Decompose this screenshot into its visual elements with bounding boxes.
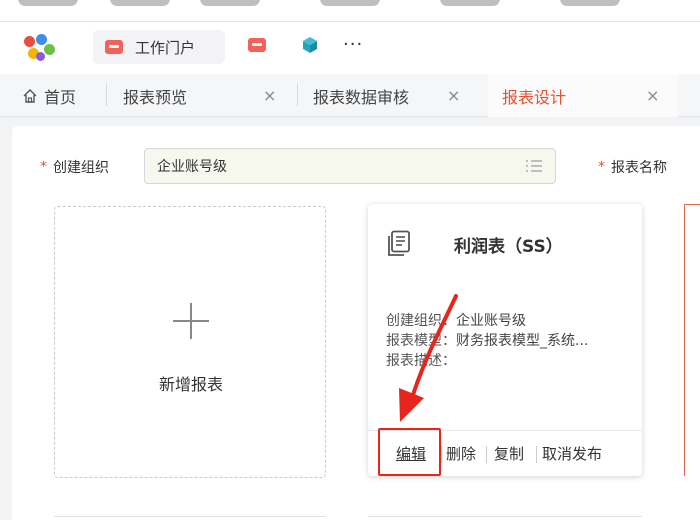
copy-button[interactable]: 复制 <box>494 443 524 464</box>
report-model-value: 财务报表模型_系统... <box>456 333 589 349</box>
report-model-key: 报表模型： <box>386 333 456 349</box>
tab-home-label: 首页 <box>44 87 77 107</box>
new-report-card[interactable]: 新增报表 <box>54 206 326 478</box>
home-icon <box>23 88 37 103</box>
report-desc-row: 报表描述： <box>386 350 456 370</box>
unpublish-button[interactable]: 取消发布 <box>542 443 602 464</box>
report-org-value: 企业账号级 <box>456 313 526 329</box>
app-logo-icon <box>22 34 56 62</box>
tab-report-design-label: 报表设计 <box>502 87 567 107</box>
tab-report-design[interactable]: 报表设计 × <box>488 74 678 117</box>
report-name-field-label: * 报表名称 <box>598 157 667 177</box>
tab-close-icon[interactable]: × <box>447 86 460 105</box>
tab-report-audit[interactable]: 报表数据审核 × <box>313 74 460 117</box>
delete-button[interactable]: 删除 <box>446 443 476 464</box>
report-doc-icon <box>388 230 410 256</box>
required-mark: * <box>598 159 605 175</box>
report-name-label-text: 报表名称 <box>611 160 667 176</box>
app-shortcut-icon[interactable] <box>248 38 266 52</box>
report-org-key: 创建组织： <box>386 313 456 329</box>
page-tabs: 首页 报表预览 × 报表数据审核 × 报表设计 × <box>0 74 700 117</box>
report-model-row: 报表模型：财务报表模型_系统... <box>386 330 588 350</box>
tab-report-preview-label: 报表预览 <box>123 87 188 107</box>
portal-tab-label: 工作门户 <box>135 38 196 57</box>
cube-icon[interactable] <box>302 36 318 54</box>
org-label-text: 创建组织 <box>53 160 109 176</box>
report-title: 利润表（SS） <box>454 237 563 257</box>
org-select[interactable]: 企业账号级 <box>144 148 556 184</box>
report-design-panel: * 创建组织 企业账号级 * 报表名称 新增报表 利润表（SS） 创建组织：企业… <box>12 126 700 520</box>
new-report-label: 新增报表 <box>158 375 223 394</box>
more-apps-button[interactable]: ··· <box>343 34 363 55</box>
edit-highlight-box <box>378 428 441 476</box>
app-header: 工作门户 ··· <box>0 22 700 74</box>
tab-report-preview[interactable]: 报表预览 × <box>123 74 276 117</box>
portal-app-tab[interactable]: 工作门户 <box>93 30 225 64</box>
tab-report-audit-label: 报表数据审核 <box>313 87 410 107</box>
app-window: 工作门户 ··· 首页 报表预览 × 报表数据审核 × 报表设计 × * 创建组… <box>0 0 700 520</box>
report-card-row2 <box>54 516 326 520</box>
list-icon <box>526 160 542 172</box>
tab-close-icon[interactable]: × <box>646 86 659 105</box>
required-mark: * <box>40 159 47 175</box>
org-field-label: * 创建组织 <box>40 157 109 177</box>
portal-icon <box>105 40 123 54</box>
next-report-card-edge <box>684 204 700 476</box>
report-org-row: 创建组织：企业账号级 <box>386 310 526 330</box>
browser-bookmarks-strip <box>0 0 700 22</box>
plus-icon <box>173 303 209 339</box>
report-card-row2 <box>368 516 642 520</box>
filter-form: * 创建组织 企业账号级 * 报表名称 <box>12 126 700 196</box>
tab-home[interactable]: 首页 <box>22 74 76 117</box>
org-select-value: 企业账号级 <box>157 159 227 175</box>
tab-close-icon[interactable]: × <box>263 86 276 105</box>
report-desc-key: 报表描述： <box>386 353 456 369</box>
